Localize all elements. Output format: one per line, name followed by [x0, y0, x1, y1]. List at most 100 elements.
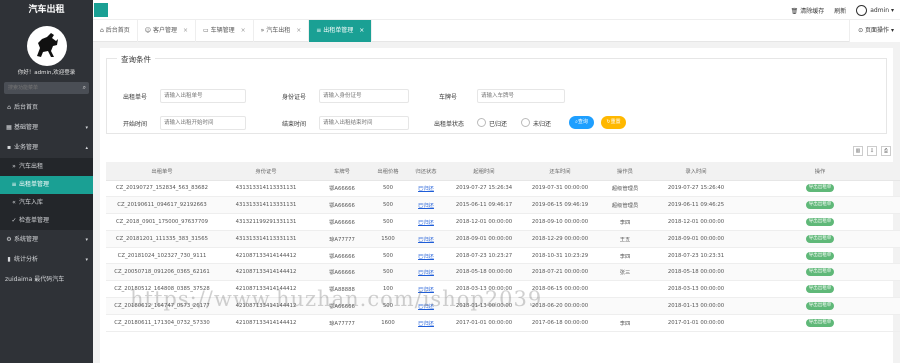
print-icon[interactable]: ⎙ [881, 146, 891, 156]
end-time-input[interactable] [319, 116, 409, 130]
export-order-button[interactable]: 导出出租单 [805, 268, 835, 277]
table-row[interactable]: CZ_20180512_164808_0385_37528 42108713341… [106, 280, 900, 299]
refresh-button[interactable]: 刷新 [834, 6, 846, 15]
columns-filter-icon[interactable]: ▥ [853, 146, 863, 156]
double-chevron-right-icon: » [12, 163, 16, 170]
table-cell[interactable]: 已归还 [406, 180, 446, 198]
table-cell[interactable]: 已归还 [406, 213, 446, 231]
table-cell-actions: 导出出租单 [740, 297, 900, 315]
start-time-input[interactable] [160, 116, 246, 130]
column-header[interactable]: 还车时间 [522, 162, 598, 181]
table-cell: 421087133414144412 [218, 297, 314, 315]
export-order-button[interactable]: 导出出租单 [805, 234, 835, 243]
table-cell[interactable]: 已归还 [406, 297, 446, 315]
tab-customers[interactable]: ☺ 客户管理 × [138, 20, 196, 42]
export-order-button[interactable]: 导出出租单 [805, 285, 835, 294]
export-order-button[interactable]: 导出出租单 [805, 318, 835, 327]
table-cell: 2018-07-23 10:23:31 [652, 247, 740, 265]
table-row[interactable]: CZ_2018_0901_175000_97637709 431321199291… [106, 213, 900, 231]
sidebar-item-basic[interactable]: ▦ 基础管理 ▾ [0, 118, 93, 138]
tab-car-rent[interactable]: » 汽车出租 × [254, 20, 310, 42]
sidebar-item-car-rent[interactable]: » 汽车出租 [0, 158, 93, 176]
status-returned-radio[interactable] [477, 118, 486, 127]
column-header[interactable]: 车牌号 [314, 162, 370, 181]
column-header[interactable]: 身份证号 [218, 162, 314, 181]
table-row[interactable]: CZ_20180612_164747_0573_26177 42108713341… [106, 297, 900, 315]
tab-label: 车辆管理 [210, 27, 235, 34]
sidebar-item-car-storage[interactable]: «汽车入库 [0, 194, 93, 212]
table-row[interactable]: CZ_20190727_152834_563_83682 431313314113… [106, 180, 900, 198]
status-not-returned-radio[interactable] [521, 118, 530, 127]
column-header[interactable]: 录入时间 [652, 162, 740, 181]
tab-home[interactable]: ⌂ 后台首页 [93, 20, 138, 42]
table-row[interactable]: CZ_20181201_111335_383_31565 431313314113… [106, 230, 900, 248]
close-icon[interactable]: × [183, 27, 188, 34]
rent-no-input[interactable] [160, 89, 246, 103]
table-cell: 鄂A88888 [314, 280, 370, 299]
table-row[interactable]: CZ_20050718_091206_0365_62161 42108713341… [106, 263, 900, 282]
top-bar: 🗑 清除缓存 刷新 admin ▾ [93, 0, 900, 20]
column-header[interactable]: 操作 [740, 162, 900, 181]
export-order-button[interactable]: 导出出租单 [805, 217, 835, 226]
table-cell[interactable]: 已归还 [406, 280, 446, 299]
sidebar-item-check-orders[interactable]: ✓ 检查单管理 [0, 212, 93, 230]
sidebar-item-stats[interactable]: ▮ 统计分析 ▾ [0, 250, 93, 270]
table-cell: 2017-01-01 00:00:00 [652, 314, 740, 332]
table-cell [598, 297, 652, 315]
table-cell: CZ_20181024_102327_730_9111 [106, 247, 218, 265]
car-no-input[interactable] [477, 89, 565, 103]
user-menu[interactable]: admin ▾ [856, 4, 894, 16]
table-cell[interactable]: 已归还 [406, 314, 446, 332]
table-row[interactable]: CZ_20181024_102327_730_9111 4210871334141… [106, 247, 900, 265]
sidebar-search-input[interactable] [4, 82, 89, 94]
top-bar-actions: 🗑 清除缓存 刷新 admin ▾ [791, 0, 894, 20]
table-cell: 鄂A66666 [314, 297, 370, 315]
column-header[interactable]: 出租单号 [106, 162, 218, 181]
id-card-input[interactable] [319, 89, 409, 103]
column-header[interactable]: 出租价格 [370, 162, 406, 181]
export-order-button[interactable]: 导出出租单 [805, 251, 835, 260]
close-icon[interactable]: × [241, 27, 246, 34]
tab-rent-orders[interactable]: ≡ 出租单管理 × [309, 20, 373, 42]
table-cell-actions: 导出出租单 [740, 247, 900, 265]
clear-cache-button[interactable]: 🗑 清除缓存 [791, 6, 825, 15]
gear-icon: ⚙ [6, 236, 12, 243]
user-name: admin [870, 6, 890, 14]
table-cell [598, 280, 652, 299]
sidebar-toggle-button[interactable] [94, 3, 108, 17]
sidebar-item-label: 基础管理 [14, 124, 39, 131]
close-icon[interactable]: × [296, 27, 301, 34]
query-button[interactable]: ⌕查询 [569, 116, 594, 129]
page-operations-dropdown[interactable]: ⊙ 页面操作 ▾ [849, 20, 900, 42]
sidebar-item-business[interactable]: ▪ 业务管理 ▴ [0, 138, 93, 158]
export-order-button[interactable]: 导出出租单 [805, 201, 835, 210]
search-icon[interactable]: ⌕ [83, 84, 86, 92]
column-header[interactable]: 操作员 [598, 162, 652, 181]
table-cell[interactable]: 已归还 [406, 263, 446, 282]
sidebar-item-system[interactable]: ⚙ 系统管理 ▾ [0, 230, 93, 250]
column-header[interactable]: 归还状态 [406, 162, 446, 181]
table-cell[interactable]: 已归还 [406, 247, 446, 265]
table-row[interactable]: CZ_20180611_171304_0732_57330 42108713341… [106, 314, 900, 332]
table-cell[interactable]: 已归还 [406, 196, 446, 215]
table-cell[interactable]: 已归还 [406, 230, 446, 248]
car-no-label: 车牌号 [439, 94, 458, 101]
grid-icon: ▦ [6, 124, 12, 131]
column-header[interactable]: 起租时间 [446, 162, 522, 181]
chevron-down-icon: ▾ [890, 27, 894, 34]
sidebar-footer-label[interactable]: zuidaima 最代码汽车 [0, 270, 93, 290]
close-icon[interactable]: × [359, 27, 364, 34]
tab-bar: ⌂ 后台首页 ☺ 客户管理 × ▭ 车辆管理 × » 汽车出租 × ≡ 出租单管理 × … [93, 20, 900, 42]
export-order-button[interactable]: 导出出租单 [805, 184, 835, 193]
table-cell: 2019-06-15 09:46:19 [522, 196, 598, 215]
sidebar-item-home[interactable]: ⌂ 后台首页 [0, 98, 93, 118]
tab-vehicles[interactable]: ▭ 车辆管理 × [196, 20, 254, 42]
table-row[interactable]: CZ_20190611_094617_92192663 4313133141133… [106, 196, 900, 215]
export-icon[interactable]: ⇩ [867, 146, 877, 156]
chevron-down-icon: ▾ [85, 257, 88, 263]
table-cell-actions: 导出出租单 [740, 314, 900, 332]
table-cell: 2018-05-18 00:00:00 [652, 263, 740, 282]
export-order-button[interactable]: 导出出租单 [805, 301, 835, 310]
reset-button[interactable]: ↻重置 [601, 116, 626, 129]
sidebar-item-rent-orders[interactable]: ≡ 出租单管理 [0, 176, 93, 194]
